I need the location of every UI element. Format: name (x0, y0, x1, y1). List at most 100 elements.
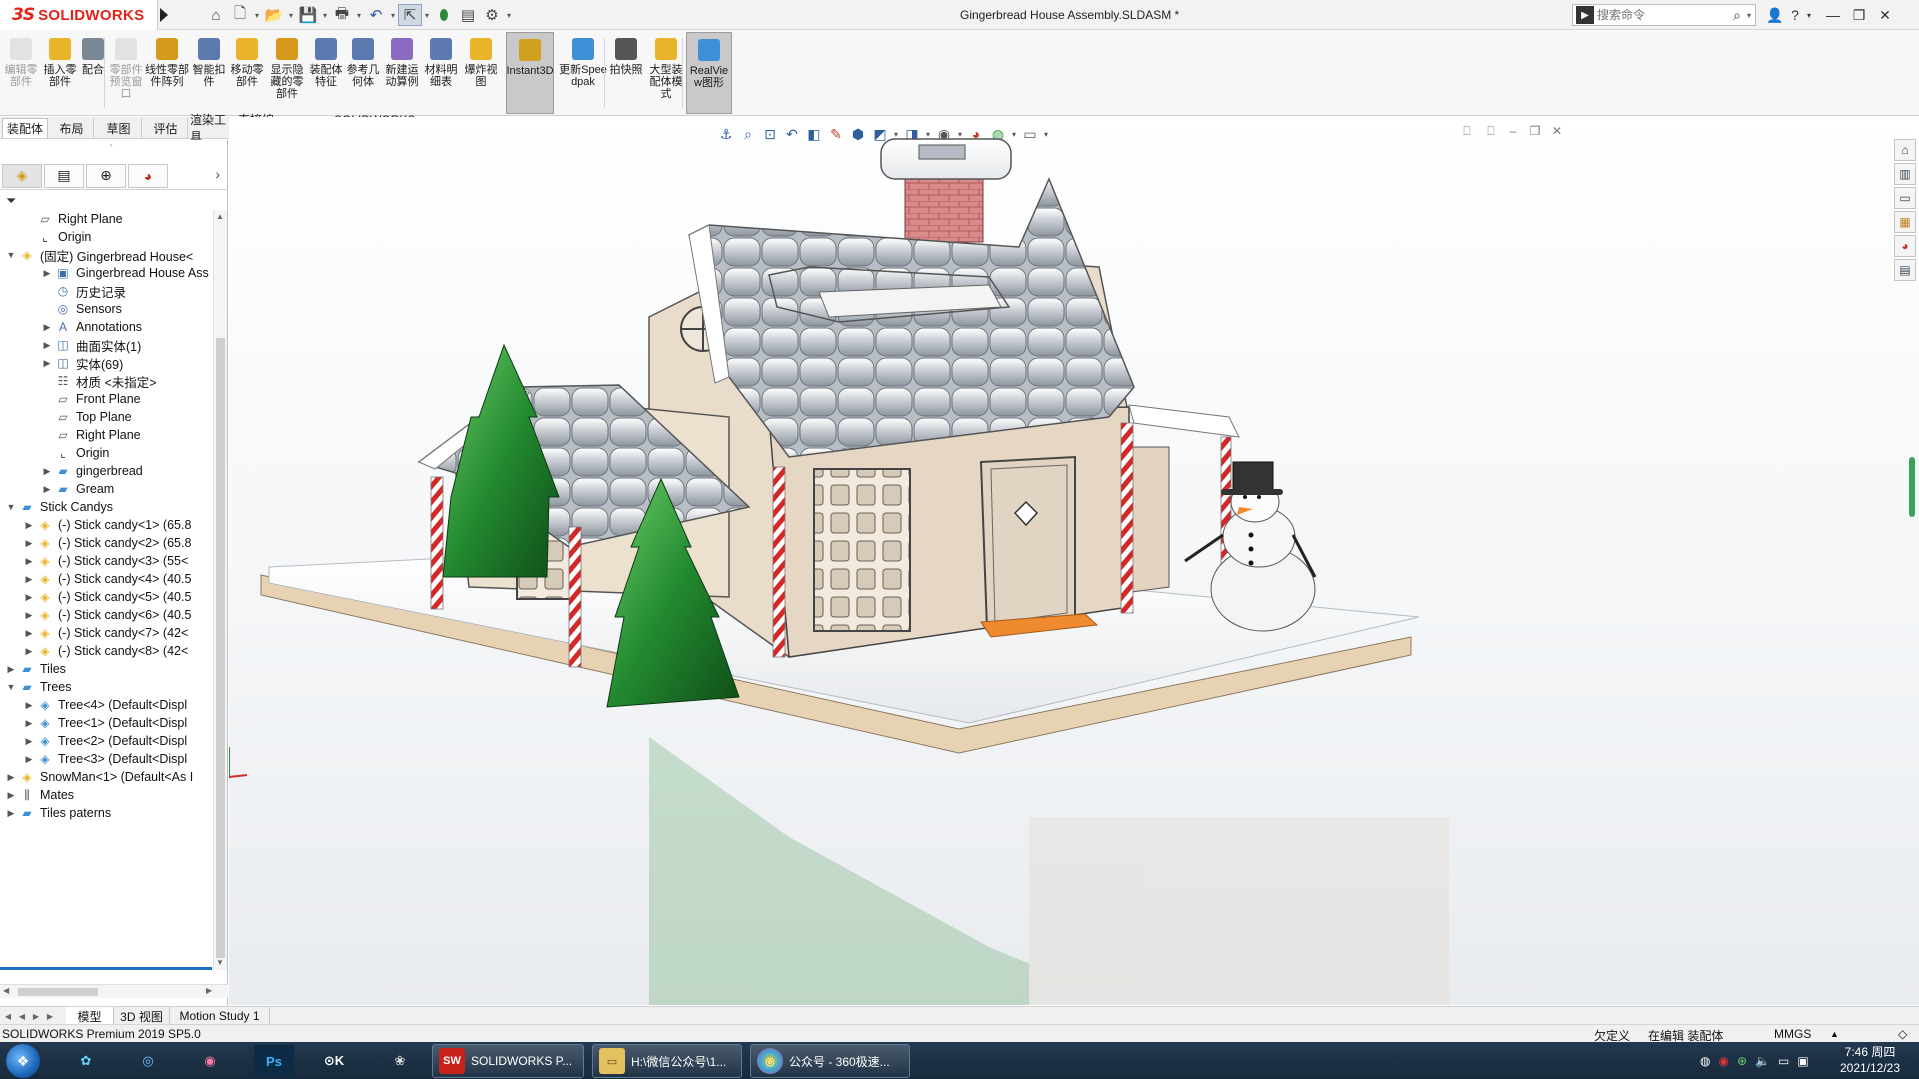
ribbon-button-7[interactable]: 显示隐藏的零部件 (266, 32, 308, 114)
chevron-right-icon[interactable]: › (215, 166, 220, 182)
app-ok-icon[interactable]: ⊙K (314, 1045, 354, 1077)
new-document-icon[interactable]: 🗋 (228, 4, 252, 26)
language-icon[interactable]: ▣ (1797, 1054, 1808, 1068)
ribbon-button-9[interactable]: 参考几何体 (344, 32, 382, 114)
save-icon[interactable]: 💾 (296, 4, 320, 26)
chevron-down-icon[interactable]: ▾ (388, 11, 398, 20)
tree-row[interactable]: ◎ Sensors (0, 300, 122, 318)
volume-icon[interactable]: 🔈 (1755, 1054, 1770, 1068)
open-document-icon[interactable]: 📂 (262, 4, 286, 26)
expand-arrow-icon[interactable]: ▶ (22, 736, 36, 747)
tray-network-icon[interactable]: ⊕ (1737, 1054, 1747, 1068)
taskbar-solidworks[interactable]: SW SOLIDWORKS P... (432, 1044, 584, 1078)
tree-vertical-scrollbar[interactable]: ▲ ▼ (213, 210, 227, 970)
app-icon[interactable]: ◉ (190, 1045, 230, 1077)
search-commands-box[interactable]: ▶ ⌕ ▾ (1572, 4, 1756, 26)
tree-row[interactable]: ▶ ▰ Tiles (0, 660, 66, 678)
close-icon[interactable]: ✕ (1874, 4, 1896, 26)
chevron-down-icon[interactable]: ▾ (504, 11, 514, 20)
undo-icon[interactable]: ↶ (364, 4, 388, 26)
ribbon-button-6[interactable]: 移动零部件 (228, 32, 266, 114)
file-properties-icon[interactable]: ▤ (456, 4, 480, 26)
scroll-left-icon[interactable]: ◀ (3, 986, 9, 995)
tree-row[interactable]: ▶ ◈ (-) Stick candy<6> (40.5 (0, 606, 192, 624)
command-tab-3[interactable]: 评估 (144, 118, 188, 138)
feature-manager-tab-icon[interactable]: ◈ (2, 163, 42, 188)
tree-row[interactable]: ▱ Right Plane (0, 426, 140, 444)
ribbon-button-1[interactable]: 插入零部件 (42, 32, 78, 114)
tree-row[interactable]: ▶ ◈ (-) Stick candy<2> (65.8 (0, 534, 192, 552)
collapse-arrow-icon[interactable]: ▼ (4, 682, 18, 692)
ribbon-button-13[interactable]: Instant3D (506, 32, 554, 114)
filter-icon[interactable]: ⏷ (6, 193, 16, 209)
photoshop-icon[interactable]: Ps (254, 1045, 294, 1077)
options-gear-icon[interactable]: ⚙ (480, 4, 504, 26)
scroll-down-icon[interactable]: ▼ (216, 958, 224, 967)
ribbon-button-0[interactable]: 编辑零部件 (2, 32, 40, 114)
tree-row[interactable]: ▼ ▰ Stick Candys (0, 498, 113, 516)
status-bar-toggle-icon[interactable]: ◇ (1898, 1027, 1907, 1041)
ribbon-button-17[interactable]: RealView图形 (686, 32, 732, 114)
tree-row[interactable]: ▶ ◈ (-) Stick candy<8> (42< (0, 642, 189, 660)
expand-arrow-icon[interactable]: ▶ (22, 520, 36, 531)
command-tab-1[interactable]: 布局 (50, 118, 94, 138)
tree-row[interactable]: ▶ ▣ Gingerbread House Ass (0, 264, 209, 282)
app-flower-icon[interactable]: ❀ (380, 1045, 420, 1077)
expand-arrow-icon[interactable]: ▶ (22, 718, 36, 729)
ribbon-button-14[interactable]: 更新Speedpak (558, 32, 608, 114)
first-tab-icon[interactable]: ◀ (2, 1009, 14, 1023)
expand-arrow-icon[interactable]: ▶ (4, 790, 18, 801)
chevron-down-icon[interactable]: ▾ (320, 11, 330, 20)
expand-arrow-icon[interactable]: ▶ (4, 772, 18, 783)
expand-arrow-icon[interactable]: ▶ (22, 646, 36, 657)
tree-row[interactable]: ▶ ◫ 实体(69) (0, 354, 124, 372)
unit-system[interactable]: MMGS (1774, 1027, 1811, 1041)
tree-row[interactable]: ⌞ Origin (0, 228, 91, 246)
tree-row[interactable]: ▶ ◈ Tree<1> (Default<Displ (0, 714, 188, 732)
expand-arrow-icon[interactable]: ▶ (22, 592, 36, 603)
tree-row[interactable]: ▶ ▰ Gream (0, 480, 115, 498)
tree-row[interactable]: ▶ ⫼ Mates (0, 786, 75, 804)
command-tab-2[interactable]: 草图 (96, 118, 142, 138)
menu-expand-arrow-icon[interactable] (160, 8, 168, 22)
tree-row[interactable]: ▶ ◈ (-) Stick candy<7> (42< (0, 624, 189, 642)
prev-tab-icon[interactable]: ◀ (16, 1009, 28, 1023)
expand-arrow-icon[interactable]: ▶ (40, 358, 54, 369)
expand-arrow-icon[interactable]: ▶ (40, 340, 54, 351)
tree-row[interactable]: ▱ Front Plane (0, 390, 140, 408)
graphics-area[interactable]: ⚓ ⌕ ⊡ ↶ ◧ ✎ ⬢ ◩ ▾ ◨ ▾ ◉ ▾ ◕ ◍ ▾ ▭ ▾ ⎕ ⎕ … (229, 117, 1919, 1005)
gingerbread-house-model[interactable] (229, 117, 1919, 1005)
tree-row[interactable]: ◷ 历史记录 (0, 282, 126, 300)
tree-row[interactable]: ▶ ◈ (-) Stick candy<4> (40.5 (0, 570, 192, 588)
expand-arrow-icon[interactable]: ▶ (40, 322, 54, 333)
last-tab-icon[interactable]: ▶ (44, 1009, 56, 1023)
ribbon-button-15[interactable]: 拍快照 (608, 32, 644, 114)
panel-collapse-handle[interactable]: ◦ (105, 140, 117, 152)
expand-arrow-icon[interactable]: ▶ (22, 610, 36, 621)
search-scope-icon[interactable]: ▶ (1576, 6, 1594, 24)
chevron-down-icon[interactable]: ▾ (1798, 4, 1820, 26)
expand-arrow-icon[interactable]: ▶ (4, 808, 18, 819)
tree-row[interactable]: ▱ Right Plane (0, 210, 122, 228)
solidworks-logo[interactable]: 3S SOLIDWORKS (0, 0, 158, 30)
tray-security-icon[interactable]: ◉ (1718, 1054, 1728, 1068)
expand-arrow-icon[interactable]: ▶ (40, 484, 54, 495)
rollback-bar[interactable] (0, 967, 212, 970)
tree-row[interactable]: ▶ A Annotations (0, 318, 143, 336)
expand-arrow-icon[interactable]: ▶ (22, 628, 36, 639)
expand-arrow-icon[interactable]: ▶ (22, 556, 36, 567)
chevron-down-icon[interactable]: ▾ (286, 11, 296, 20)
tree-row[interactable]: ▶ ▰ gingerbread (0, 462, 143, 480)
scroll-thumb[interactable] (216, 338, 225, 958)
property-manager-tab-icon[interactable]: ▤ (44, 163, 84, 188)
battery-icon[interactable]: ▭ (1778, 1054, 1789, 1068)
ribbon-button-4[interactable]: 线性零部件阵列 (144, 32, 190, 114)
expand-arrow-icon[interactable]: ▶ (22, 574, 36, 585)
tree-row[interactable]: ▶ ◈ (-) Stick candy<3> (55< (0, 552, 189, 570)
configuration-manager-tab-icon[interactable]: ⊕ (86, 163, 126, 188)
ribbon-button-10[interactable]: 新建运动算例 (382, 32, 422, 114)
taskbar-explorer[interactable]: ▭ H:\微信公众号\1... (592, 1044, 742, 1078)
browser-ie-icon[interactable]: ◎ (128, 1045, 168, 1077)
tab-motion-study[interactable]: Motion Study 1 (170, 1007, 270, 1025)
collapse-arrow-icon[interactable]: ▼ (4, 502, 18, 512)
